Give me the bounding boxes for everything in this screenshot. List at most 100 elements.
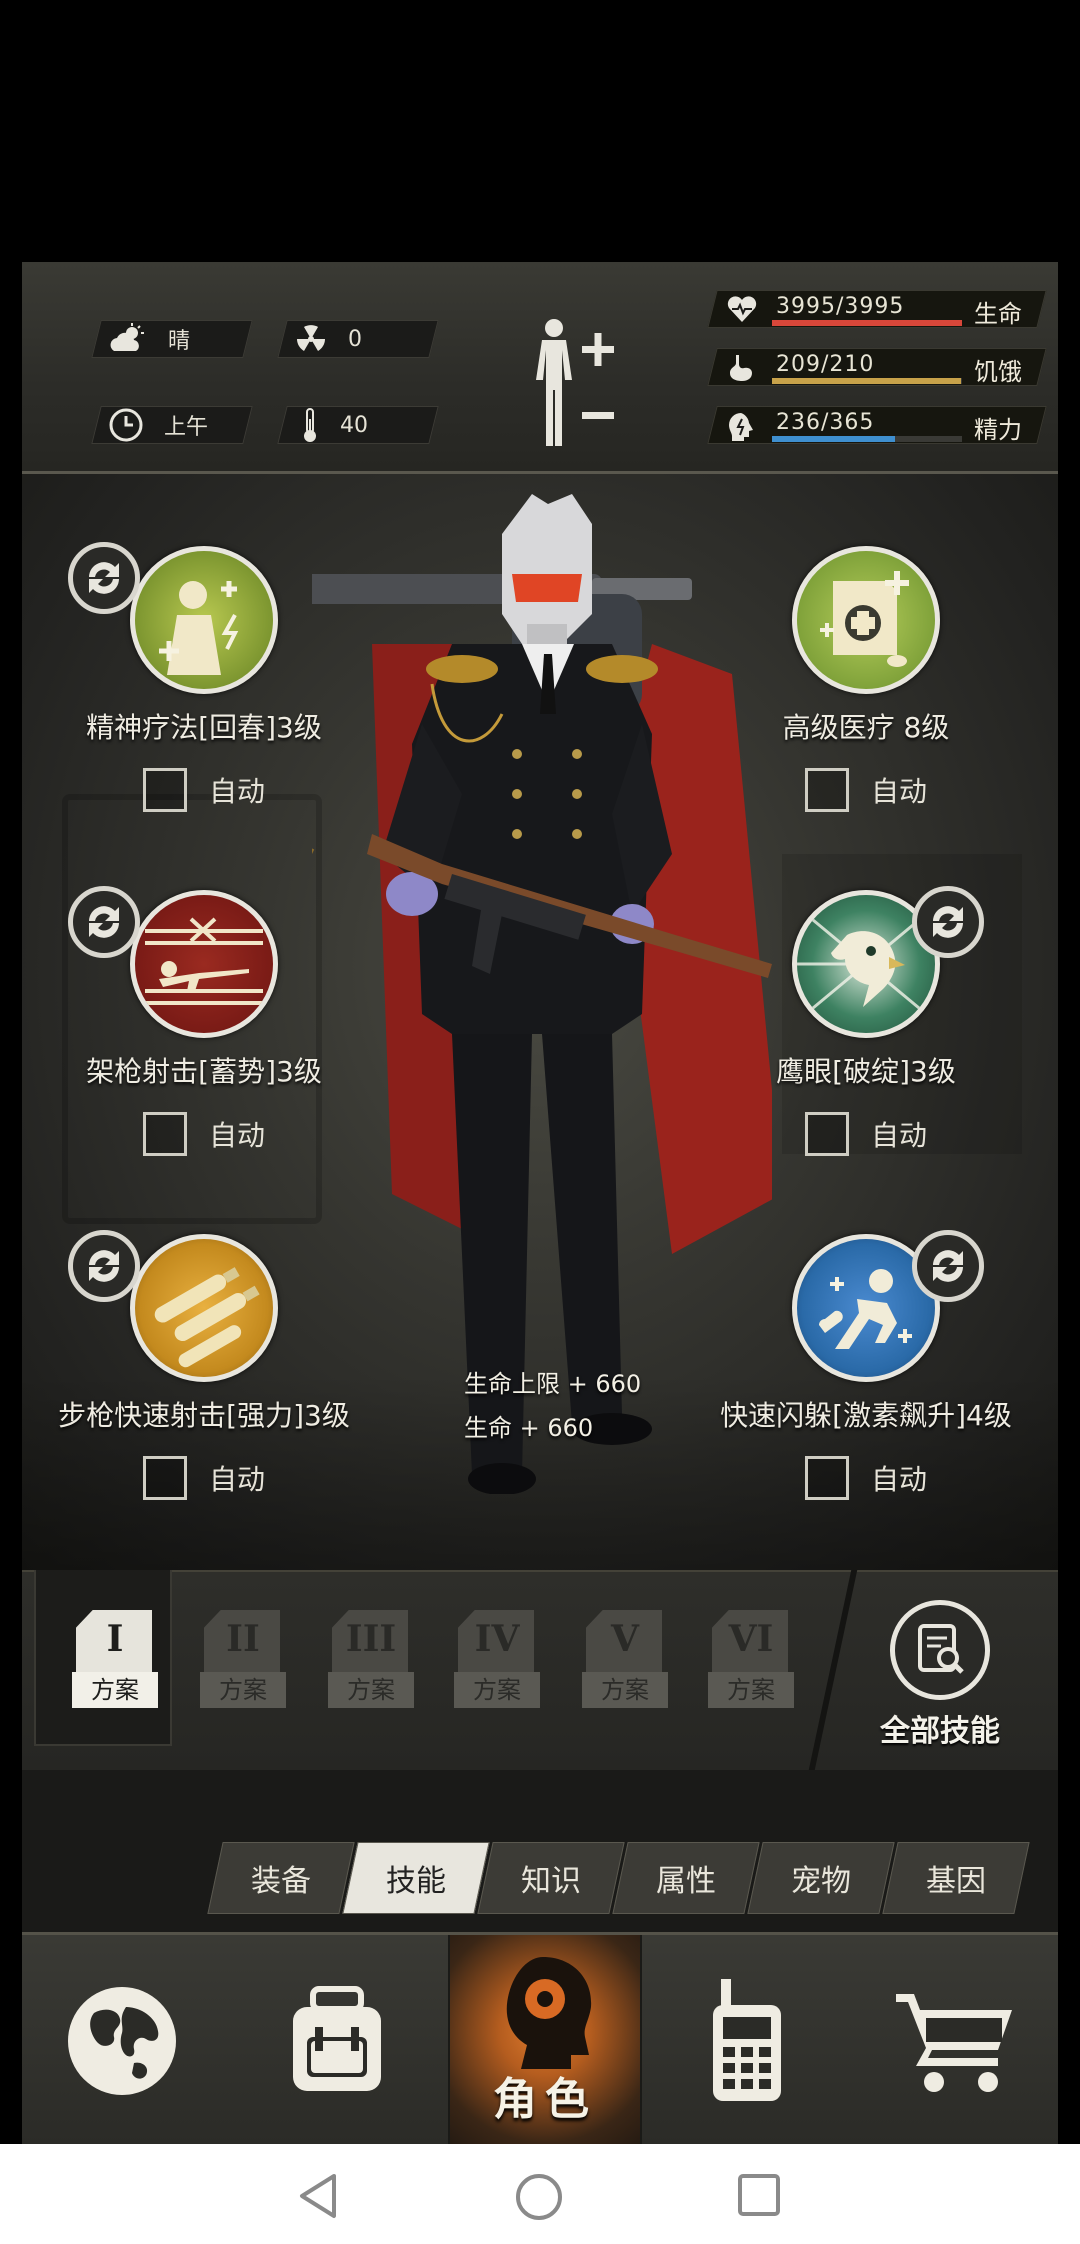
plan-5-number: V xyxy=(611,1618,639,1660)
home-icon[interactable] xyxy=(514,2172,564,2222)
nav-character[interactable]: 角色 xyxy=(448,1935,642,2147)
energy-stat: 236/365 精力 xyxy=(707,406,1047,444)
tab-genes[interactable]: 基因 xyxy=(882,1842,1030,1914)
swap-skill-5-button[interactable] xyxy=(68,1230,140,1302)
plan-3-number: III xyxy=(345,1618,397,1660)
skill-slot-1[interactable]: 精神疗法[回春]3级 自动 xyxy=(44,542,364,812)
auto-checkbox-6[interactable] xyxy=(804,1456,849,1500)
nav-radio[interactable] xyxy=(642,1935,852,2147)
plan-2-number: II xyxy=(226,1618,260,1660)
hunger-bar xyxy=(772,378,962,384)
all-skills-button[interactable]: 全部技能 xyxy=(840,1600,1040,1750)
backpack-icon xyxy=(293,1986,381,2091)
brain-icon xyxy=(729,413,753,441)
cloud-sun-icon xyxy=(110,323,144,351)
swap-skill-3-button[interactable] xyxy=(68,886,140,958)
skill-name-4: 鹰眼[破绽]3级 xyxy=(776,1055,956,1088)
tab-equipment[interactable]: 装备 xyxy=(207,1842,355,1914)
nav-world-map[interactable] xyxy=(22,1935,222,2147)
swap-icon xyxy=(933,906,963,938)
tab-pets[interactable]: 宠物 xyxy=(747,1842,895,1914)
stomach-icon xyxy=(730,355,752,381)
skill-slot-5[interactable]: 步枪快速射击[强力]3级 自动 xyxy=(44,1230,364,1500)
character-portrait xyxy=(312,494,772,1494)
swap-skill-6-button[interactable] xyxy=(912,1230,984,1302)
body-figure-button[interactable] xyxy=(520,316,640,448)
hunger-label: 饥饿 xyxy=(974,358,1022,386)
auto-label-1: 自动 xyxy=(208,775,265,808)
plan-6-number: VI xyxy=(728,1618,774,1660)
nav-inventory[interactable] xyxy=(222,1935,452,2147)
tab-knowledge-label: 知识 xyxy=(521,1864,581,1899)
plan-6-button[interactable]: VI 方案 xyxy=(708,1610,794,1720)
auto-label-5: 自动 xyxy=(208,1463,265,1496)
skill-slot-4[interactable]: 鹰眼[破绽]3级 自动 xyxy=(706,886,1026,1156)
buff-health: 生命 + 660 xyxy=(464,1414,594,1442)
skill-slot-6[interactable]: 快速闪躲[激素飙升]4级 自动 xyxy=(706,1230,1026,1500)
plan-4-number: IV xyxy=(474,1618,520,1660)
temperature-status: 40 xyxy=(300,406,368,444)
swap-skill-4-button[interactable] xyxy=(912,886,984,958)
category-tabs: 装备 技能 知识 属性 宠物 基因 xyxy=(207,1842,1030,1914)
heart-icon xyxy=(727,296,757,322)
mounted-shot-icon[interactable] xyxy=(130,890,278,1038)
all-skills-label: 全部技能 xyxy=(880,1714,1000,1749)
plan-1-number: I xyxy=(106,1618,124,1660)
bottom-nav: 角色 xyxy=(22,1932,1058,2147)
tab-genes-label: 基因 xyxy=(926,1864,986,1899)
auto-checkbox-3[interactable] xyxy=(142,1112,187,1156)
body-figure-icon xyxy=(536,319,614,446)
weather-label: 晴 xyxy=(168,329,191,354)
health-label: 生命 xyxy=(974,300,1022,328)
hunger-stat: 209/210 饥饿 xyxy=(707,348,1047,386)
plan-2-button[interactable]: II 方案 xyxy=(200,1610,286,1720)
thermometer-icon xyxy=(304,408,316,442)
auto-label-4: 自动 xyxy=(870,1119,927,1152)
auto-checkbox-1[interactable] xyxy=(142,768,187,812)
auto-checkbox-4[interactable] xyxy=(804,1112,849,1156)
skill-slot-3[interactable]: 架枪射击[蓄势]3级 自动 xyxy=(44,886,364,1156)
plan-4-button[interactable]: IV 方案 xyxy=(454,1610,540,1720)
skill-name-3: 架枪射击[蓄势]3级 xyxy=(86,1055,322,1088)
mental-therapy-icon[interactable] xyxy=(130,546,278,694)
nav-shop[interactable] xyxy=(852,1935,1058,2147)
swap-icon xyxy=(89,562,119,594)
skill-name-5: 步枪快速射击[强力]3级 xyxy=(58,1399,350,1432)
tab-skills-label: 技能 xyxy=(386,1864,446,1899)
health-stat: 3995/3995 生命 xyxy=(707,290,1047,328)
rifle-rapid-fire-icon[interactable] xyxy=(130,1234,278,1382)
plan-5-label: 方案 xyxy=(582,1672,668,1708)
swap-icon xyxy=(933,1250,963,1282)
swap-icon xyxy=(89,906,119,938)
plan-5-button[interactable]: V 方案 xyxy=(582,1610,668,1720)
tab-knowledge[interactable]: 知识 xyxy=(477,1842,625,1914)
hunger-value: 209/210 xyxy=(776,352,875,377)
swap-skill-1-button[interactable] xyxy=(68,542,140,614)
tab-equipment-label: 装备 xyxy=(251,1864,311,1899)
plan-1-label: 方案 xyxy=(72,1672,158,1708)
tab-skills[interactable]: 技能 xyxy=(342,1842,490,1914)
tab-attributes-label: 属性 xyxy=(656,1864,716,1899)
time-status: 上午 xyxy=(108,406,208,444)
energy-bar xyxy=(772,436,962,442)
recents-icon[interactable] xyxy=(736,2172,782,2218)
plan-1-button[interactable]: I 方案 xyxy=(72,1610,158,1720)
advanced-medical-icon[interactable] xyxy=(792,546,940,694)
plan-4-label: 方案 xyxy=(454,1672,540,1708)
tab-pets-label: 宠物 xyxy=(791,1864,851,1899)
health-bar xyxy=(772,320,962,326)
auto-checkbox-5[interactable] xyxy=(142,1456,187,1500)
tab-attributes[interactable]: 属性 xyxy=(612,1842,760,1914)
radiation-status: 0 xyxy=(294,320,362,358)
back-icon[interactable] xyxy=(296,2172,340,2220)
walkie-talkie-icon xyxy=(713,1979,781,2101)
buff-max-health: 生命上限 + 660 xyxy=(464,1370,642,1398)
swap-icon xyxy=(89,1250,119,1282)
nav-character-label: 角色 xyxy=(493,2074,597,2125)
skill-name-6: 快速闪躲[激素飙升]4级 xyxy=(720,1399,1012,1432)
skill-slot-2[interactable]: 高级医疗 8级 自动 xyxy=(706,546,1026,812)
plan-3-button[interactable]: III 方案 xyxy=(328,1610,414,1720)
search-document-icon xyxy=(918,1624,964,1674)
auto-checkbox-2[interactable] xyxy=(804,768,849,812)
energy-label: 精力 xyxy=(974,416,1022,444)
